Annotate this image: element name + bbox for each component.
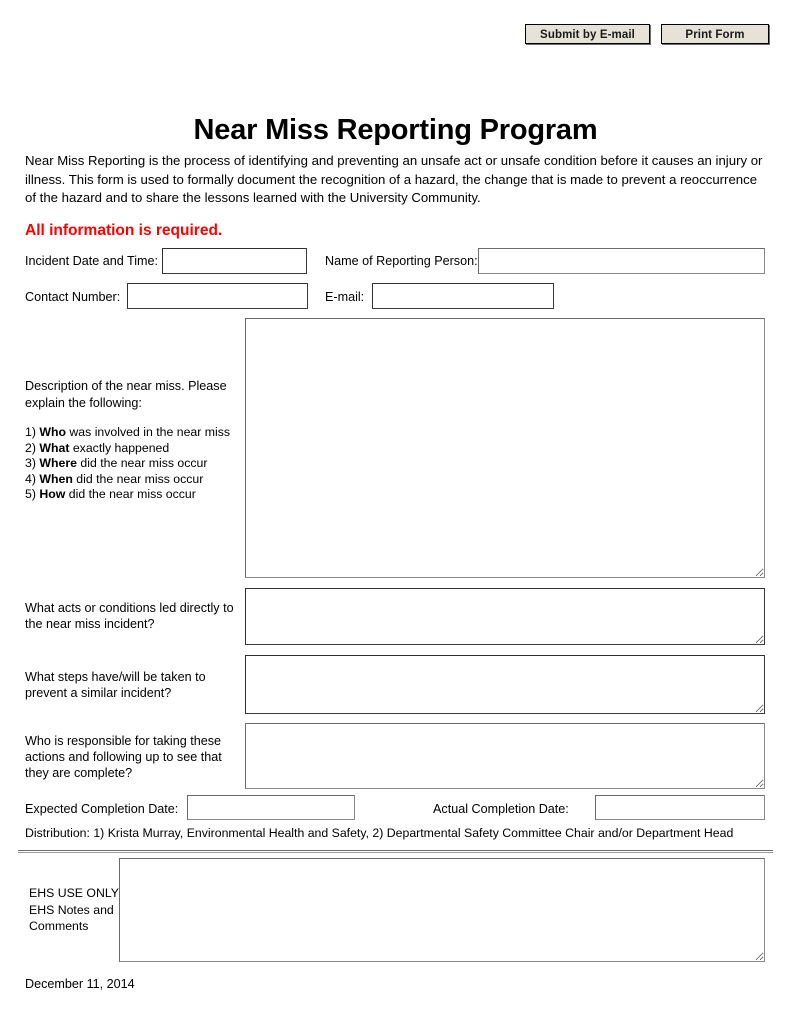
distribution-line: Distribution: 1) Krista Murray, Environm…: [25, 826, 734, 840]
list-item-text: did the near miss occur: [76, 456, 208, 471]
actual-completion-input[interactable]: [595, 795, 765, 820]
document-date: December 11, 2014: [25, 977, 135, 991]
description-list-item: 4) When did the near miss occur: [25, 472, 243, 488]
list-item-text: did the near miss occur: [72, 471, 204, 486]
list-item-number: 4): [25, 471, 40, 486]
incident-datetime-label: Incident Date and Time:: [25, 254, 159, 268]
steps-taken-textarea[interactable]: [245, 655, 765, 714]
list-item-keyword: What: [39, 440, 70, 455]
email-input[interactable]: [372, 283, 554, 309]
description-question-list: 1) Who was involved in the near miss 2) W…: [25, 425, 243, 503]
list-item-keyword: When: [39, 471, 73, 486]
list-item-keyword: Where: [39, 456, 77, 471]
list-item-number: 3): [25, 456, 40, 471]
responsible-party-label: Who is responsible for taking these acti…: [25, 734, 222, 780]
list-item-text: exactly happened: [69, 440, 170, 455]
page-title: Near Miss Reporting Program: [193, 114, 598, 146]
ehs-label-line: EHS Notes and: [29, 902, 114, 917]
ehs-label-line: Comments: [29, 919, 89, 933]
section-divider: [18, 850, 773, 853]
required-notice: All information is required.: [25, 222, 223, 239]
steps-taken-label: What steps have/will be taken to prevent…: [25, 670, 206, 700]
intro-paragraph: Near Miss Reporting is the process of id…: [25, 153, 763, 206]
expected-completion-input[interactable]: [187, 795, 355, 820]
acts-conditions-label: What acts or conditions led directly to …: [25, 601, 234, 631]
description-list-item: 2) What exactly happened: [25, 441, 243, 457]
form-action-bar: Submit by E-mail Print Form: [0, 24, 791, 46]
reporting-person-label: Name of Reporting Person:: [325, 254, 478, 268]
email-label: E-mail:: [325, 290, 365, 304]
ehs-label-line: EHS USE ONLY: [29, 886, 119, 900]
expected-completion-label: Expected Completion Date:: [25, 802, 179, 816]
description-list-item: 5) How did the near miss occur: [25, 487, 243, 503]
incident-datetime-input[interactable]: [162, 248, 307, 274]
print-form-button[interactable]: Print Form: [661, 24, 769, 44]
list-item-number: 1): [25, 425, 40, 439]
contact-number-label: Contact Number:: [25, 290, 121, 304]
actual-completion-label: Actual Completion Date:: [433, 802, 569, 816]
list-item-number: 2): [25, 440, 40, 455]
ehs-use-only-label: EHS USE ONLY EHS Notes and Comments: [29, 885, 119, 935]
contact-number-input[interactable]: [127, 283, 308, 309]
list-item-keyword: Who: [39, 425, 66, 439]
description-list-item: 3) Where did the near miss occur: [25, 456, 243, 472]
list-item-number: 5): [25, 487, 40, 502]
submit-by-email-button[interactable]: Submit by E-mail: [525, 24, 650, 44]
description-textarea[interactable]: [245, 318, 765, 578]
list-item-keyword: How: [39, 487, 66, 502]
list-item-text: was involved in the near miss: [66, 425, 231, 439]
reporting-person-input[interactable]: [478, 248, 765, 274]
acts-conditions-textarea[interactable]: [245, 588, 765, 645]
list-item-text: did the near miss occur: [65, 487, 196, 502]
near-miss-report-form: Submit by E-mail Print Form Near Miss Re…: [0, 0, 791, 1024]
ehs-notes-textarea[interactable]: [119, 858, 765, 962]
responsible-party-textarea[interactable]: [245, 723, 765, 789]
description-list-item: 1) Who was involved in the near miss: [25, 425, 243, 441]
description-intro-label: Description of the near miss. Please exp…: [25, 379, 227, 410]
